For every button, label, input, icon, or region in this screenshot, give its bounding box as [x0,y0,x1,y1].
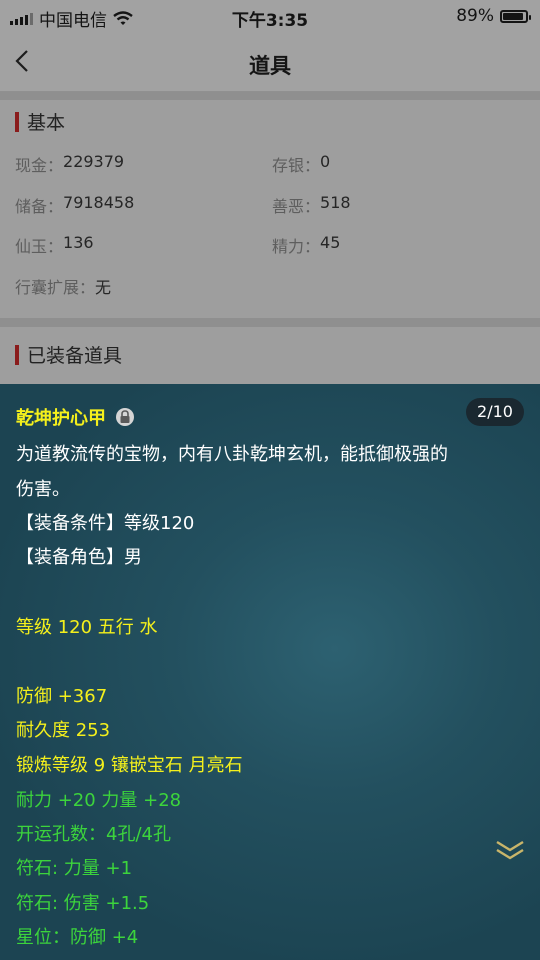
basic-title-text: 基本 [27,112,66,134]
item-description-line-2: 伤害。 [16,479,70,500]
bag-expansion-label: 行囊扩展： [15,278,96,297]
reserve-row: 储备： 7918458 [15,193,134,217]
status-right: 89% [456,6,531,26]
equipped-section: 已装备道具 [0,327,540,384]
page-title: 道具 [249,54,291,78]
cash-label: 现金： [15,156,64,175]
battery-icon [500,9,531,23]
equip-role: 【装备角色】男 [16,547,142,568]
equip-condition: 【装备条件】等级120 [16,513,195,534]
item-description-line-1: 为道教流传的宝物，内有八卦乾坤玄机，能抵御极强的 [16,444,448,465]
rune-stone-2: 符石: 伤害 +1.5 [16,893,150,914]
karma-value: 518 [320,193,351,212]
equipped-section-title: 已装备道具 [15,341,122,368]
deposit-label: 存银： [272,156,321,175]
navigation-bar: 道具 [0,32,540,92]
jade-value: 136 [63,233,94,252]
page-indicator: 2/10 [466,398,524,426]
basic-section-title: 基本 [15,108,65,135]
karma-label: 善恶： [272,197,321,216]
level-element: 等级 120 五行 水 [16,617,158,638]
bag-expansion-row: 行囊扩展：无 [15,274,111,298]
bonus-stats: 耐力 +20 力量 +28 [16,790,182,811]
defense-stat: 防御 +367 [16,686,108,707]
battery-percent: 89% [456,6,494,26]
deposit-value: 0 [320,152,331,171]
reserve-label: 储备： [15,197,64,216]
cash-value: 229379 [63,152,125,171]
section-accent-bar [15,111,19,132]
item-name-text: 乾坤护心甲 [16,408,106,429]
reserve-value: 7918458 [63,193,135,212]
rune-stone-1: 符石: 力量 +1 [16,858,133,879]
durability-stat: 耐久度 253 [16,720,111,741]
star-position: 星位：防御 +4 [16,927,139,948]
status-bar: 中国电信 下午3:35 89% [0,0,540,32]
section-accent-bar [15,344,19,365]
jade-row: 仙玉： 136 [15,233,94,257]
karma-row: 善恶： 518 [272,193,351,217]
equipped-title-text: 已装备道具 [27,345,123,367]
item-name: 乾坤护心甲 [16,404,134,430]
expand-down-icon[interactable] [494,838,526,862]
bag-expansion-value: 无 [95,278,112,297]
lucky-holes: 开运孔数：4孔/4孔 [16,824,171,845]
energy-row: 精力： 45 [272,233,340,257]
forge-gem-stat: 锻炼等级 9 镶嵌宝石 月亮石 [16,755,243,776]
item-detail-card[interactable]: 乾坤护心甲 2/10 为道教流传的宝物，内有八卦乾坤玄机，能抵御极强的 伤害。 … [0,384,540,960]
energy-value: 45 [320,233,341,252]
jade-label: 仙玉： [15,237,64,256]
basic-section: 基本 现金： 229379 存银： 0 储备： 7918458 善恶： 518 仙玉： 1… [0,100,540,318]
cash-row: 现金： 229379 [15,152,124,176]
energy-label: 精力： [272,237,321,256]
lock-icon[interactable] [116,408,134,426]
deposit-row: 存银： 0 [272,152,330,176]
